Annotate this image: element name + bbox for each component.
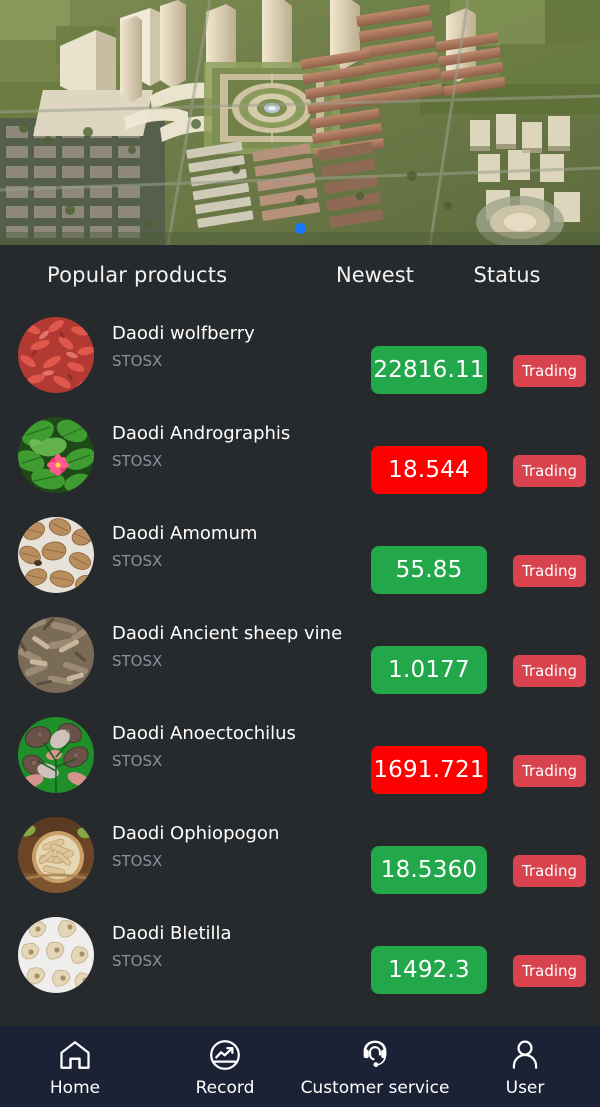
product-list: Daodi wolfberry STOSX 22816.11 Trading D…	[0, 305, 600, 1005]
bletilla-tubers-thumb	[18, 917, 94, 993]
product-info: Daodi Ophiopogon STOSX	[112, 823, 279, 871]
column-header-newest: Newest	[336, 263, 414, 287]
status-badge: Trading	[513, 955, 587, 987]
tab-home-label: Home	[49, 1077, 101, 1098]
status-badge: Trading	[513, 855, 587, 887]
column-header-popular-products: Popular products	[47, 263, 228, 287]
list-item[interactable]: Daodi Amomum STOSX 55.85 Trading	[0, 505, 600, 605]
product-code: STOSX	[112, 552, 163, 570]
product-code: STOSX	[112, 652, 163, 670]
tab-user[interactable]: User	[450, 1026, 600, 1107]
chart-circle-icon	[206, 1036, 244, 1074]
product-name: Daodi Ophiopogon	[112, 823, 280, 844]
product-name: Daodi Andrographis	[112, 423, 291, 444]
product-price-badge: 18.544	[371, 446, 487, 494]
product-info: Daodi Andrographis STOSX	[112, 423, 290, 471]
carousel-dots[interactable]	[0, 223, 600, 234]
tab-record[interactable]: Record	[150, 1026, 300, 1107]
status-badge: Trading	[513, 555, 587, 587]
product-price-badge: 1691.721	[371, 746, 487, 794]
home-icon	[56, 1036, 94, 1074]
tab-user-label: User	[505, 1077, 545, 1098]
product-name: Daodi wolfberry	[112, 323, 255, 344]
list-item[interactable]: Daodi Ancient sheep vine STOSX 1.0177 Tr…	[0, 605, 600, 705]
tab-record-label: Record	[195, 1077, 255, 1098]
list-item[interactable]: Daodi Ophiopogon STOSX 18.5360 Trading	[0, 805, 600, 905]
product-price-badge: 55.85	[371, 546, 487, 594]
tab-customer-service[interactable]: Customer service	[300, 1026, 450, 1107]
banner-image	[0, 0, 600, 245]
status-badge: Trading	[513, 455, 587, 487]
product-code: STOSX	[112, 352, 163, 370]
tab-home[interactable]: Home	[0, 1026, 150, 1107]
status-badge: Trading	[513, 755, 587, 787]
product-name: Daodi Anoectochilus	[112, 723, 296, 744]
list-item[interactable]: Daodi wolfberry STOSX 22816.11 Trading	[0, 305, 600, 405]
product-info: Daodi Ancient sheep vine STOSX	[112, 623, 342, 671]
product-info: Daodi Amomum STOSX	[112, 523, 257, 571]
product-price-badge: 18.5360	[371, 846, 487, 894]
product-code: STOSX	[112, 752, 163, 770]
list-item[interactable]: Daodi Andrographis STOSX 18.544 Trading	[0, 405, 600, 505]
amomum-pods-thumb	[18, 517, 94, 593]
product-code: STOSX	[112, 452, 163, 470]
list-item[interactable]: Daodi Anoectochilus STOSX 1691.721 Tradi…	[0, 705, 600, 805]
bottom-navigation-bar: Home Record Customer service User	[0, 1026, 600, 1107]
list-header: Popular products Newest Status	[0, 245, 600, 305]
app-root: Popular products Newest Status Daodi wol…	[0, 0, 600, 1107]
product-info: Daodi Bletilla STOSX	[112, 923, 232, 971]
product-info: Daodi Anoectochilus STOSX	[112, 723, 296, 771]
anoectochilus-plant-thumb	[18, 717, 94, 793]
product-name: Daodi Amomum	[112, 523, 258, 544]
product-code: STOSX	[112, 852, 163, 870]
status-badge: Trading	[513, 655, 587, 687]
tab-customer-service-label: Customer service	[300, 1077, 450, 1098]
product-name: Daodi Ancient sheep vine	[112, 623, 343, 644]
dried-vine-slices-thumb	[18, 617, 94, 693]
column-header-status: Status	[473, 263, 541, 287]
list-item[interactable]: Daodi Bletilla STOSX 1492.3 Trading	[0, 905, 600, 1005]
ophiopogon-roots-thumb	[18, 817, 94, 893]
green-leaf-flower-thumb	[18, 417, 94, 493]
headset-support-icon	[356, 1036, 394, 1074]
product-price-badge: 1.0177	[371, 646, 487, 694]
hero-banner-carousel[interactable]	[0, 0, 600, 245]
carousel-dot-active[interactable]	[294, 223, 306, 234]
product-code: STOSX	[112, 952, 163, 970]
goji-berries-thumb	[18, 317, 94, 393]
user-icon	[506, 1036, 544, 1074]
product-price-badge: 22816.11	[371, 346, 487, 394]
product-info: Daodi wolfberry STOSX	[112, 323, 255, 371]
product-name: Daodi Bletilla	[112, 923, 232, 944]
status-badge: Trading	[513, 355, 587, 387]
product-price-badge: 1492.3	[371, 946, 487, 994]
